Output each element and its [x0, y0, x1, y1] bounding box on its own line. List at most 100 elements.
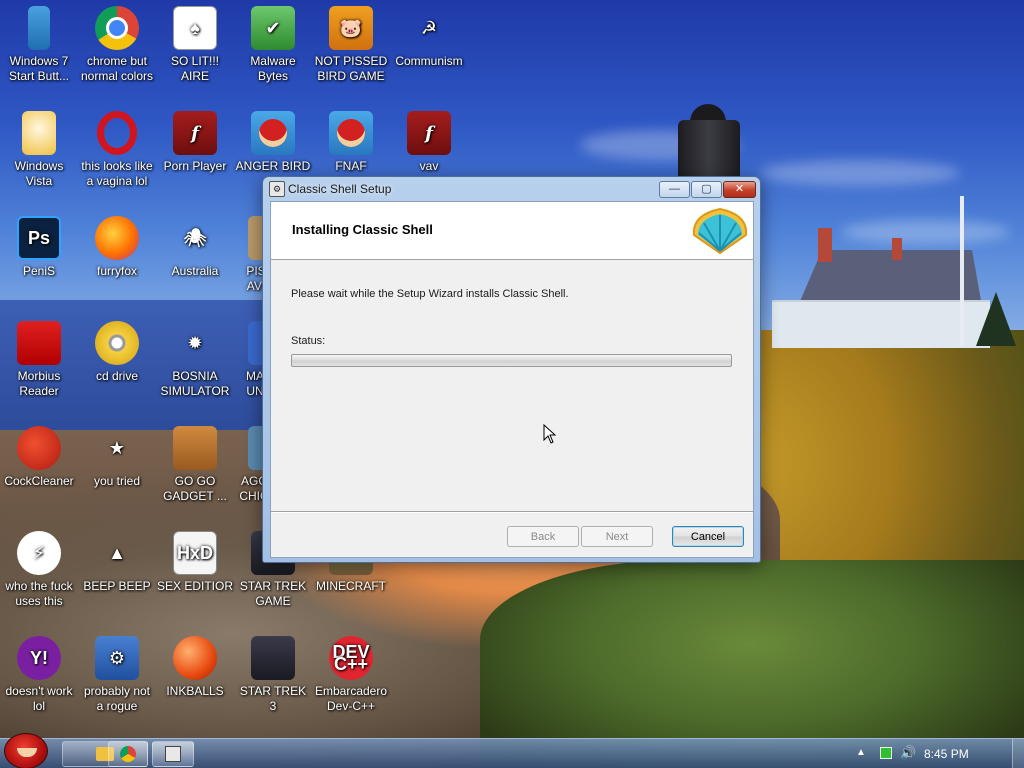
desktop-icon-label: Windows 7 Start Butt...: [8, 54, 70, 83]
chrome-icon: [95, 6, 139, 50]
desktop-icon-label: CockCleaner: [4, 474, 74, 488]
desktop-icon[interactable]: HxD SEX EDITIOR: [156, 525, 234, 594]
desktop-icon[interactable]: PISS AVIA: [234, 210, 264, 294]
desktop-icon-label: AGC CHIC: [239, 474, 264, 503]
desktop-icon[interactable]: ⚙ probably not a rogue: [78, 630, 156, 714]
opera-icon: [97, 111, 137, 155]
desktop-icon[interactable]: ♠ SO LIT!!! AIRE: [156, 0, 234, 84]
desktop-icon[interactable]: ★ you tried: [78, 420, 156, 489]
desktop-icon-label: MA UN: [246, 369, 264, 398]
desktop-icon[interactable]: Windows 7 Start Butt...: [0, 0, 78, 84]
firefox-icon: [95, 216, 139, 260]
classic-shell-setup-window[interactable]: ⚙ Classic Shell Setup — ▢ ✕ Installing C…: [262, 176, 761, 563]
desktop-icon-label: STAR TREK GAME: [239, 579, 307, 608]
vlc-cone-icon: ▲: [108, 542, 126, 563]
desktop-icon-label: SEX EDITIOR: [157, 579, 234, 593]
dev-cpp-icon: DEV C++: [329, 636, 373, 680]
desktop-icon-label: vav: [419, 159, 439, 173]
desktop-icon[interactable]: f Porn Player: [156, 105, 234, 174]
desktop-icon[interactable]: INKBALLS: [156, 630, 234, 699]
taskbar: ▲ 🔊 8:45 PM: [0, 733, 1024, 768]
window-title: Classic Shell Setup: [288, 182, 392, 196]
hxd-editor-icon: HxD: [173, 531, 217, 575]
desktop-icon-label: PeniS: [22, 264, 56, 278]
desktop-icon[interactable]: furryfox: [78, 210, 156, 279]
desktop-icon[interactable]: ANGER BIRD: [234, 105, 312, 174]
desktop-icon-label: probably not a rogue: [83, 684, 151, 713]
desktop-icon[interactable]: Windows Vista: [0, 105, 78, 189]
star-trek-icon: [251, 636, 295, 680]
start-button[interactable]: [4, 733, 48, 768]
desktop-icon[interactable]: ⚡ who the fuck uses this: [0, 525, 78, 609]
cancel-button[interactable]: Cancel: [672, 526, 744, 547]
desktop-icon[interactable]: Morbius Reader: [0, 315, 78, 399]
taskbar-clock[interactable]: 8:45 PM: [924, 747, 969, 761]
maximize-button[interactable]: ▢: [691, 181, 722, 198]
desktop-icon[interactable]: DEV C++ Embarcadero Dev-C++: [312, 630, 390, 714]
desktop-icon[interactable]: 🕷 Australia: [156, 210, 234, 279]
desktop-icon-label: INKBALLS: [166, 684, 224, 698]
desktop-icon[interactable]: chrome but normal colors: [78, 0, 156, 84]
desktop-icon[interactable]: ☭ Communism: [390, 0, 468, 69]
desktop-icon-label: Windows Vista: [14, 159, 64, 188]
windows-7-start-button-icon: [28, 6, 50, 50]
status-label: Status:: [291, 335, 326, 347]
desktop-icon[interactable]: AGC CHIC: [234, 420, 264, 504]
cd-drive-icon: [95, 321, 139, 365]
desktop-icon-label: this looks like a vagina lol: [81, 159, 153, 188]
desktop-icon[interactable]: GO GO GADGET ...: [156, 420, 234, 504]
back-button[interactable]: Back: [507, 526, 579, 547]
desktop-icon[interactable]: FNAF: [312, 105, 390, 174]
install-progress-bar: [291, 354, 732, 367]
desktop-icon-label: Morbius Reader: [17, 369, 61, 398]
classic-shell-logo-icon: [692, 207, 748, 255]
angry-bird-icon: [329, 111, 373, 155]
network-icon[interactable]: [880, 747, 892, 759]
desktop-icon-label: NOT PISSED BIRD GAME: [314, 54, 388, 83]
desktop-icon[interactable]: ▲ BEEP BEEP: [78, 525, 156, 594]
desktop-icon[interactable]: cd drive: [78, 315, 156, 384]
next-button[interactable]: Next: [581, 526, 653, 547]
solitaire-cards-icon: ♠: [173, 6, 217, 50]
minesweeper-mine-icon: ✹: [187, 332, 203, 353]
desktop-icon[interactable]: CockCleaner: [0, 420, 78, 489]
briefcase-icon: [173, 426, 217, 470]
dialog-client-area: Installing Classic Shell Please wait whi…: [270, 201, 754, 558]
angry-bird-icon: [251, 111, 295, 155]
flash-player-icon: f: [407, 111, 451, 155]
taskbar-setup-button[interactable]: [152, 741, 194, 767]
minimize-button[interactable]: —: [659, 181, 690, 198]
desktop-icon-label: SO LIT!!! AIRE: [170, 54, 219, 83]
egg-icon: [22, 111, 56, 155]
desktop-icon[interactable]: MA UN: [234, 315, 264, 399]
chrome-icon: [120, 746, 136, 762]
footer-divider: [271, 511, 753, 513]
setup-app-icon: [165, 746, 181, 762]
desktop-icon[interactable]: ✹ BOSNIA SIMULATOR: [156, 315, 234, 399]
desktop-icon[interactable]: ✔ Malware Bytes: [234, 0, 312, 84]
flash-player-icon: f: [173, 111, 217, 155]
desktop-icon-label: ANGER BIRD: [235, 159, 311, 173]
pdf-reader-icon: [17, 321, 61, 365]
setup-app-icon: ⚙: [269, 181, 285, 197]
taskbar-chrome-button[interactable]: [108, 741, 148, 767]
desktop-icon-label: Embarcadero Dev-C++: [314, 684, 388, 713]
desktop-icon[interactable]: Ps PeniS: [0, 210, 78, 279]
desktop-icon[interactable]: STAR TREK 3: [234, 630, 312, 714]
window-titlebar[interactable]: ⚙ Classic Shell Setup — ▢ ✕: [263, 177, 760, 201]
desktop-icon[interactable]: 🐷 NOT PISSED BIRD GAME: [312, 0, 390, 84]
volume-icon[interactable]: 🔊: [900, 745, 916, 761]
desktop-icon[interactable]: this looks like a vagina lol: [78, 105, 156, 189]
green-pig-icon: 🐷: [329, 6, 373, 50]
desktop-icon[interactable]: f vav: [390, 105, 468, 174]
desktop-icon-label: cd drive: [95, 369, 139, 383]
close-button[interactable]: ✕: [723, 181, 756, 198]
desktop-icon-label: doesn't work lol: [5, 684, 73, 713]
desktop-icon-label: BEEP BEEP: [83, 579, 151, 593]
show-desktop-button[interactable]: [1012, 739, 1024, 768]
show-hidden-icons-arrow-icon[interactable]: ▲: [856, 747, 866, 758]
desktop-icon-label: who the fuck uses this: [5, 579, 73, 608]
desktop-icon[interactable]: Y! doesn't work lol: [0, 630, 78, 714]
desktop-icon-label: GO GO GADGET ...: [163, 474, 227, 503]
desktop-icon-label: Communism: [395, 54, 463, 68]
